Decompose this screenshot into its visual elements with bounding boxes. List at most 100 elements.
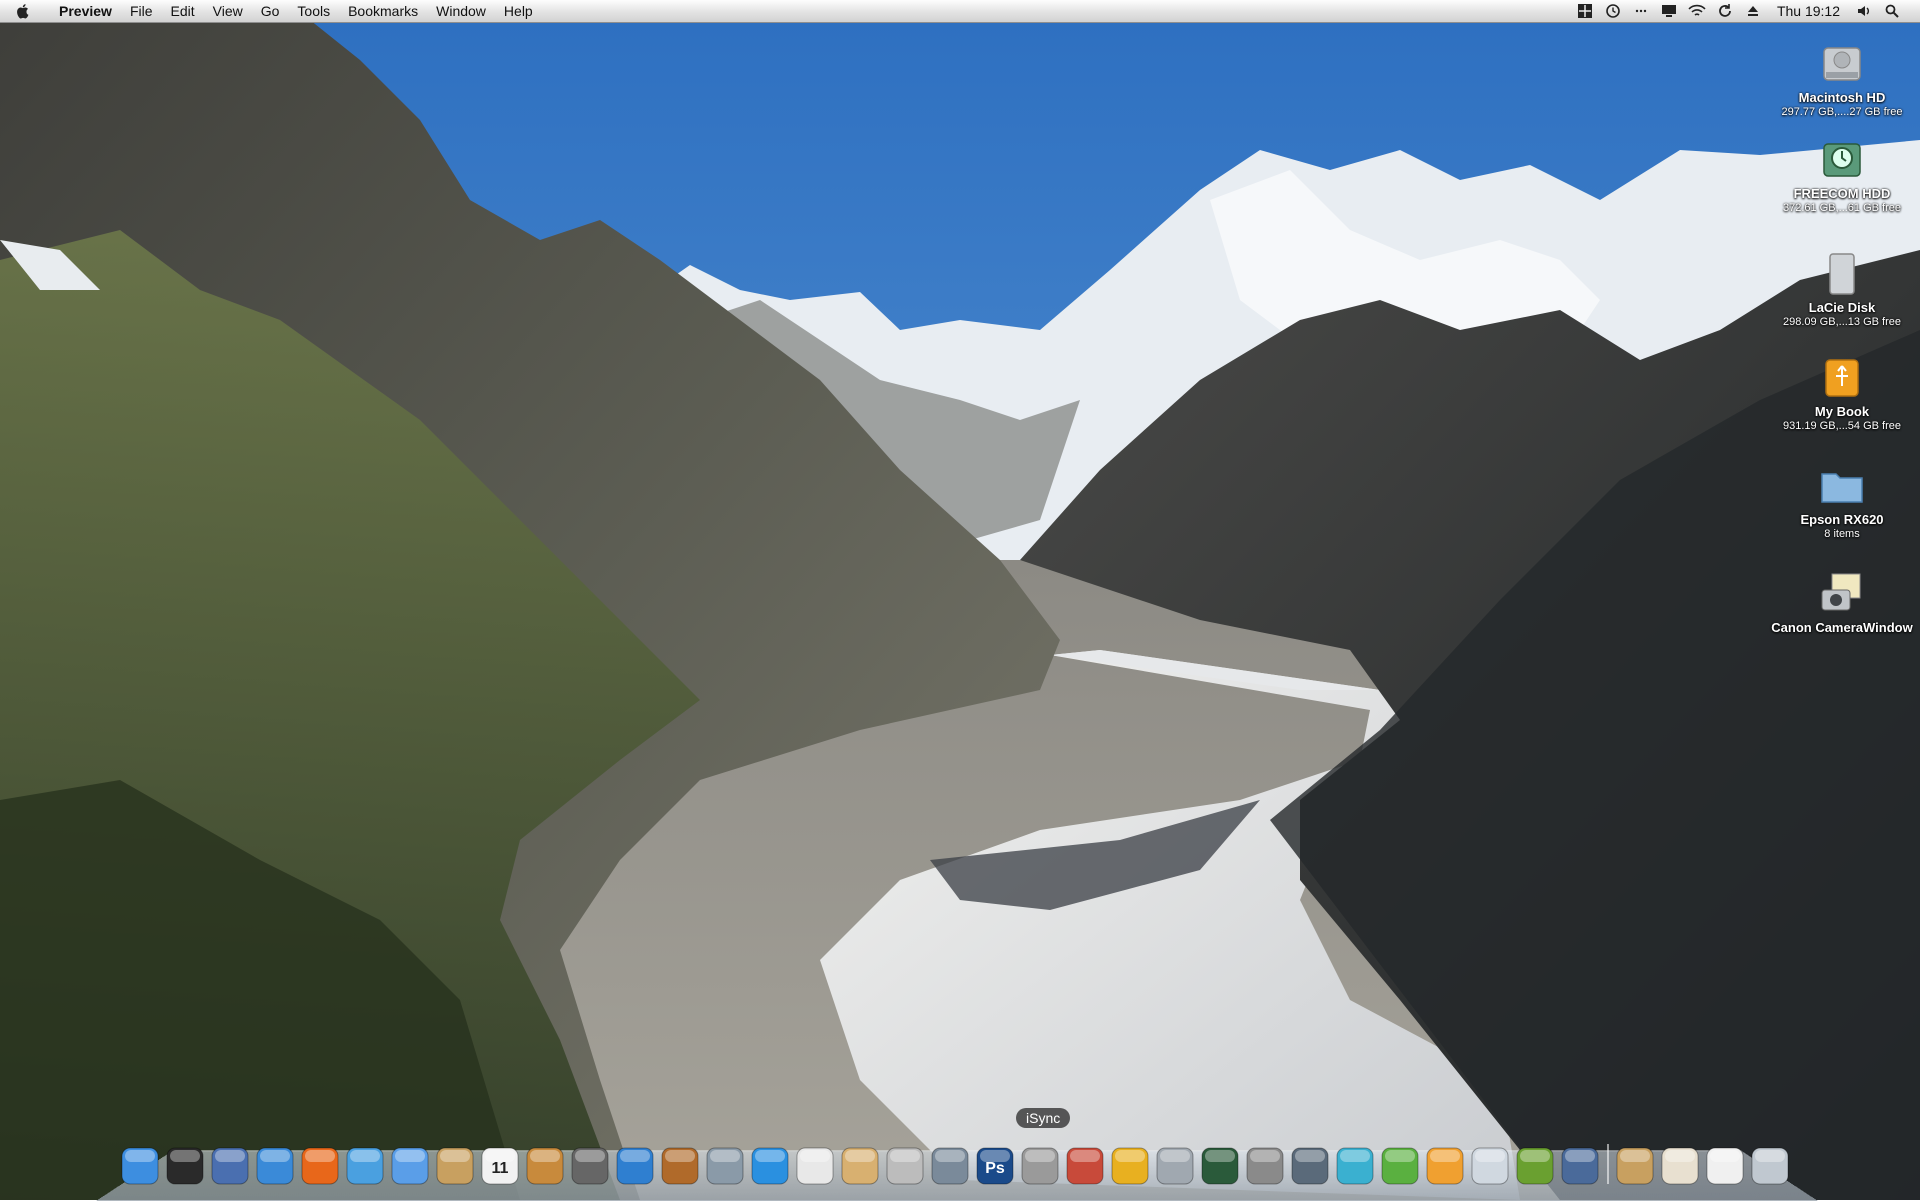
time-machine-drive-icon: [1823, 143, 1861, 177]
dock-item-app-c[interactable]: [1153, 1144, 1197, 1188]
desktop-icon-name: My Book: [1814, 404, 1870, 419]
dock-item-address-book[interactable]: [433, 1144, 477, 1188]
quicktime-icon: [751, 1147, 789, 1185]
dock-separator[interactable]: [1603, 1144, 1613, 1188]
dock-item-isync[interactable]: [1018, 1144, 1062, 1188]
desktop-icon-lacie-disk[interactable]: LaCie Disk 298.09 GB,...13 GB free: [1767, 250, 1917, 329]
volume-icon[interactable]: [1853, 0, 1875, 22]
wifi-icon[interactable]: [1686, 0, 1708, 22]
menu-window[interactable]: Window: [427, 0, 495, 22]
dock-item-dashboard[interactable]: [163, 1144, 207, 1188]
desktop-icon-my-book[interactable]: My Book 931.19 GB,...54 GB free: [1767, 354, 1917, 433]
eagle-icon: [211, 1147, 249, 1185]
apple-menu-icon[interactable]: [16, 3, 38, 19]
desktop-icon-epson-rx620[interactable]: Epson RX620 8 items: [1767, 462, 1917, 541]
desktop-icon-name: LaCie Disk: [1808, 300, 1876, 315]
trash-icon: [1751, 1147, 1789, 1185]
p-icon: [1426, 1147, 1464, 1185]
menu-file[interactable]: File: [121, 0, 162, 22]
dock-item-app-b[interactable]: [1108, 1144, 1152, 1188]
dock-item-textedit[interactable]: [793, 1144, 837, 1188]
dock-item-app-i[interactable]: [1513, 1144, 1557, 1188]
desktop-icon-freecom-hdd[interactable]: FREECOM HDD 372.61 GB,...61 GB free: [1767, 136, 1917, 215]
dock-item-label: 11: [492, 1160, 509, 1177]
time-machine-icon: [1201, 1147, 1239, 1185]
menu-edit[interactable]: Edit: [162, 0, 204, 22]
menubar-clock[interactable]: Thu 19:12: [1777, 3, 1840, 19]
dashboard-icon: [166, 1147, 204, 1185]
dock-item-idvd[interactable]: [613, 1144, 657, 1188]
fruit-icon: [1516, 1147, 1554, 1185]
window-icon: [1471, 1147, 1509, 1185]
dock-item-app-e[interactable]: [1333, 1144, 1377, 1188]
calendar-icon: 11: [481, 1147, 519, 1185]
desktop-icon-name: Macintosh HD: [1798, 90, 1886, 105]
dock-item-app-a[interactable]: [1063, 1144, 1107, 1188]
dock-item-itunes[interactable]: [343, 1144, 387, 1188]
dock-item-safari[interactable]: [253, 1144, 297, 1188]
dock-item-time-machine[interactable]: [1198, 1144, 1242, 1188]
desktop-wallpaper: [0, 0, 1920, 1200]
camera-icon: [931, 1147, 969, 1185]
preview-icon: [1561, 1147, 1599, 1185]
time-machine-icon[interactable]: [1602, 0, 1624, 22]
dock-item-app-f[interactable]: [1378, 1144, 1422, 1188]
dock-item-dvd-player[interactable]: [883, 1144, 927, 1188]
dock-item-iweb[interactable]: [703, 1144, 747, 1188]
guitar-icon: [661, 1147, 699, 1185]
external-drive-icon: [1829, 253, 1855, 295]
desktop-icon-macintosh-hd[interactable]: Macintosh HD 297.77 GB,....27 GB free: [1767, 40, 1917, 119]
menu-go[interactable]: Go: [252, 0, 289, 22]
desktop-icon-name: FREECOM HDD: [1793, 186, 1891, 201]
desktop-icon-info: 931.19 GB,...54 GB free: [1782, 420, 1901, 432]
desktop-icon-name: Canon CameraWindow: [1771, 620, 1913, 635]
menu-app-name[interactable]: Preview: [50, 0, 121, 22]
stethoscope-icon: [1156, 1147, 1194, 1185]
dock-item-system-preferences[interactable]: [1243, 1144, 1287, 1188]
dock-item-ical[interactable]: 11: [478, 1144, 522, 1188]
dock-item-mail-bird[interactable]: [208, 1144, 252, 1188]
desktop-icon-canon-camerawindow[interactable]: Canon CameraWindow: [1767, 570, 1917, 635]
dock-item-ichat[interactable]: [388, 1144, 432, 1188]
dock-item-quicktime[interactable]: [748, 1144, 792, 1188]
dock-item-preview[interactable]: [1558, 1144, 1602, 1188]
dock-item-garageband[interactable]: [658, 1144, 702, 1188]
dock-item-iphoto[interactable]: [523, 1144, 567, 1188]
eject-icon[interactable]: [1742, 0, 1764, 22]
menu-tools[interactable]: Tools: [288, 0, 339, 22]
finder-icon: [121, 1147, 159, 1185]
dock-item-photoshop[interactable]: Ps: [973, 1144, 1017, 1188]
dock-item-stack-1[interactable]: [1613, 1144, 1657, 1188]
dock-item-app-h[interactable]: [1468, 1144, 1512, 1188]
dock-item-firefox[interactable]: [298, 1144, 342, 1188]
display-icon[interactable]: [1658, 0, 1680, 22]
x-icon: [1381, 1147, 1419, 1185]
dock-item-app-d[interactable]: [1288, 1144, 1332, 1188]
dock-item-image-capture[interactable]: [928, 1144, 972, 1188]
dock-item-installer[interactable]: [838, 1144, 882, 1188]
textedit-icon: [796, 1147, 834, 1185]
dock-separator-line: [1607, 1144, 1609, 1184]
bluetooth-icon[interactable]: [1630, 0, 1652, 22]
menu-help[interactable]: Help: [495, 0, 542, 22]
folder-icon: [1821, 473, 1863, 503]
spotlight-icon[interactable]: [1881, 0, 1903, 22]
dock-item-app-g[interactable]: [1423, 1144, 1467, 1188]
desktop-icon-info: 298.09 GB,...13 GB free: [1782, 316, 1901, 328]
chart-icon: [1111, 1147, 1149, 1185]
usb-drive-icon: [1825, 359, 1859, 397]
dock-item-imovie[interactable]: [568, 1144, 612, 1188]
dock-item-trash[interactable]: [1748, 1144, 1792, 1188]
dock-item-stack-3[interactable]: [1703, 1144, 1747, 1188]
sync-icon[interactable]: [1714, 0, 1736, 22]
address-book-icon: [436, 1147, 474, 1185]
dock-item-finder[interactable]: [118, 1144, 162, 1188]
dock: 11 Ps: [118, 1142, 1793, 1188]
spaces-icon[interactable]: [1574, 0, 1596, 22]
address-stack-icon: [1616, 1147, 1654, 1185]
menu-bar: Preview File Edit View Go Tools Bookmark…: [0, 0, 1920, 23]
dock-item-stack-2[interactable]: [1658, 1144, 1702, 1188]
photo-stack-icon: [1661, 1147, 1699, 1185]
menu-bookmarks[interactable]: Bookmarks: [339, 0, 427, 22]
menu-view[interactable]: View: [204, 0, 252, 22]
